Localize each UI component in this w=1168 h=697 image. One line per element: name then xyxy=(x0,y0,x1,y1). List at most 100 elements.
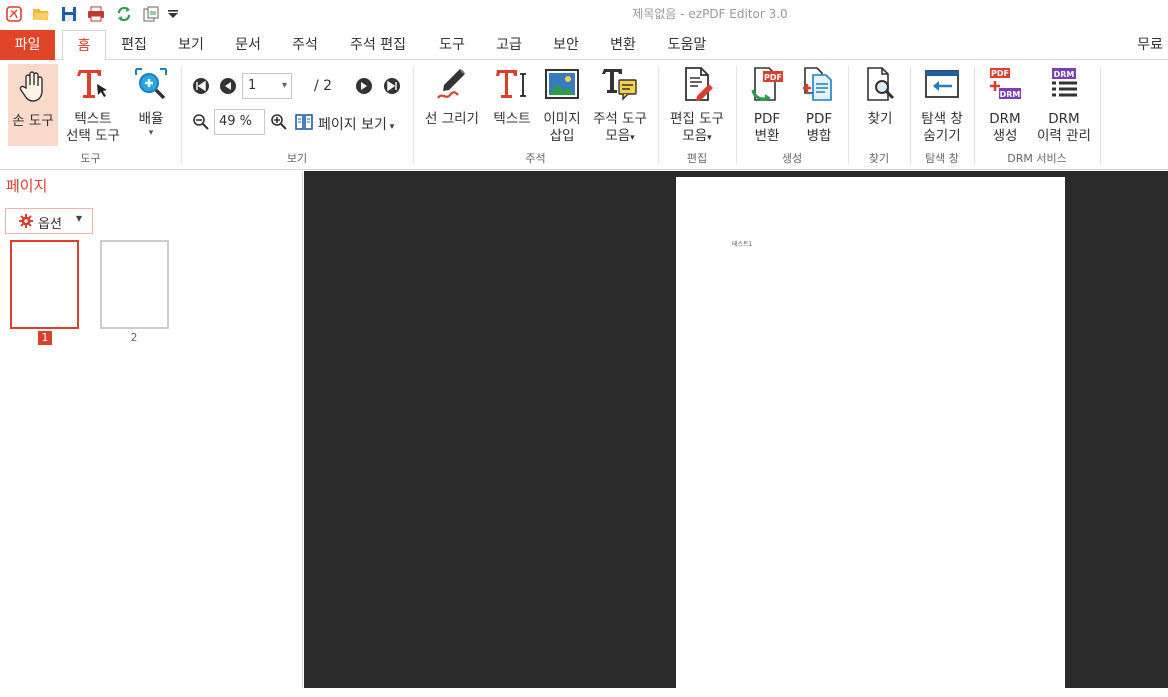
annotation-text-label: 텍스트 xyxy=(493,111,531,127)
svg-text:DRM: DRM xyxy=(1000,90,1021,99)
page-total: / 2 xyxy=(314,78,333,94)
page-thumbnail-panel: 페이지 옵션 ▾ 1 2 xyxy=(0,171,303,688)
window-title: 제목없음 - ezPDF Editor 3.0 xyxy=(632,7,788,21)
tab-security[interactable]: 보안 xyxy=(543,30,589,60)
tab-convert[interactable]: 변환 xyxy=(600,30,646,60)
edit-tools-label-2: 모음▾ xyxy=(682,128,712,144)
tab-edit[interactable]: 편집 xyxy=(111,30,157,60)
annotation-tools-button[interactable]: 주석 도구 모음▾ xyxy=(588,66,652,147)
pdf-convert-button[interactable]: PDF PDF 변환 xyxy=(742,66,792,145)
drm-history-icon: DRM xyxy=(1052,68,1077,97)
drm-create-icon: PDF DRM xyxy=(990,68,1021,99)
image-icon xyxy=(545,69,579,99)
tab-home[interactable]: 홈 xyxy=(62,30,106,61)
previous-page-icon[interactable] xyxy=(219,77,237,95)
drm-create-label-2: 생성 xyxy=(992,128,1018,144)
panel-title: 페이지 xyxy=(6,177,48,195)
tab-tools[interactable]: 도구 xyxy=(429,30,475,60)
pdf-merge-icon xyxy=(803,67,832,101)
svg-text:PDF: PDF xyxy=(991,69,1009,78)
pdf-page[interactable]: 테스트1 xyxy=(676,177,1065,697)
pdf-convert-icon: PDF xyxy=(751,67,783,101)
zoom-in-icon[interactable] xyxy=(270,113,288,131)
tab-file[interactable]: 파일 xyxy=(0,30,55,60)
hand-tool-button[interactable]: 손 도구 xyxy=(8,64,58,146)
zoom-percent-input[interactable]: 49 % xyxy=(214,109,265,135)
drm-history-button[interactable]: DRM DRM 이력 관리 xyxy=(1032,66,1096,145)
zoom-tool-label: 배율 xyxy=(138,111,164,127)
hand-icon xyxy=(19,71,43,102)
last-page-icon[interactable] xyxy=(383,77,401,95)
group-label-edit: 편집 xyxy=(686,152,708,165)
svg-text:PDF: PDF xyxy=(764,73,782,82)
page-number-value: 1 xyxy=(248,78,257,93)
annotation-tools-dropdown-icon: ▾ xyxy=(630,133,635,143)
first-page-icon[interactable] xyxy=(192,77,210,95)
page-thumbnail[interactable] xyxy=(10,240,79,329)
zoom-in-magnifier-icon xyxy=(135,68,167,100)
edit-tools-button[interactable]: 편집 도구 모음▾ xyxy=(664,66,730,147)
page-view-icon[interactable] xyxy=(295,113,313,131)
page-text: 테스트1 xyxy=(732,241,753,248)
group-label-tools: 도구 xyxy=(80,152,101,165)
find-document-icon xyxy=(867,67,895,101)
insert-image-label-2: 삽입 xyxy=(549,128,575,144)
pdf-convert-label-2: 변환 xyxy=(754,128,780,144)
tab-document[interactable]: 문서 xyxy=(225,30,271,60)
zoom-tool-button[interactable]: 배율 ▾ xyxy=(132,66,170,138)
page-number-input[interactable]: 1 ▾ xyxy=(242,73,292,99)
gear-icon xyxy=(19,214,33,228)
options-button[interactable]: 옵션 ▾ xyxy=(5,208,93,234)
hide-explorer-label-1: 탐색 창 xyxy=(921,111,963,127)
pdf-merge-label-2: 병합 xyxy=(806,128,832,144)
hide-explorer-button[interactable]: 탐색 창 숨기기 xyxy=(914,66,970,145)
group-label-explorer: 탐색 창 xyxy=(925,152,959,165)
pen-draw-icon xyxy=(437,69,465,99)
edit-tools-dropdown-icon: ▾ xyxy=(707,133,712,143)
hide-explorer-label-2: 숨기기 xyxy=(923,128,961,144)
free-label[interactable]: 무료 xyxy=(1132,30,1168,60)
document-viewer[interactable]: 테스트1 xyxy=(304,171,1168,697)
insert-image-label-1: 이미지 xyxy=(543,111,581,127)
find-button[interactable]: 찾기 xyxy=(858,66,902,128)
insert-image-button[interactable]: 이미지 삽입 xyxy=(540,66,584,145)
edit-document-icon xyxy=(685,67,713,101)
group-label-drm: DRM 서비스 xyxy=(1007,152,1067,165)
group-label-find: 찾기 xyxy=(868,152,890,165)
zoom-out-icon[interactable] xyxy=(192,113,210,131)
text-select-tool-button[interactable]: 텍스트 선택 도구 xyxy=(60,66,126,145)
group-label-view: 보기 xyxy=(286,152,308,165)
draw-line-button[interactable]: 선 그리기 xyxy=(420,66,484,128)
ribbon-separator xyxy=(1100,66,1101,164)
pdf-convert-label-1: PDF xyxy=(753,111,781,127)
drm-create-label-1: DRM xyxy=(989,111,1021,127)
page-view-label: 페이지 보기 xyxy=(318,117,387,133)
text-insert-icon xyxy=(496,70,526,98)
tab-view[interactable]: 보기 xyxy=(168,30,214,60)
page-dropdown-arrow-icon[interactable]: ▾ xyxy=(282,74,287,98)
drm-history-label-1: DRM xyxy=(1048,111,1080,127)
options-label: 옵션 xyxy=(38,217,62,232)
next-page-icon[interactable] xyxy=(355,77,373,95)
tab-advanced[interactable]: 고급 xyxy=(486,30,532,60)
annotation-tools-icon xyxy=(602,69,637,101)
page-thumbnail[interactable] xyxy=(100,240,169,329)
tab-annotation[interactable]: 주석 xyxy=(282,30,328,60)
group-label-annotation: 주석 xyxy=(525,152,546,165)
pdf-merge-label-1: PDF xyxy=(805,111,833,127)
annotation-text-button[interactable]: 텍스트 xyxy=(488,66,536,128)
annotation-tools-label-1: 주석 도구 xyxy=(593,111,647,127)
page-thumbnail-number: 2 xyxy=(130,331,138,344)
tab-annotation-edit[interactable]: 주석 편집 xyxy=(339,30,417,60)
hide-panel-icon xyxy=(925,70,959,98)
tab-help[interactable]: 도움말 xyxy=(657,30,717,60)
zoom-percent-value: 49 % xyxy=(219,114,253,129)
hand-tool-label: 손 도구 xyxy=(12,113,54,129)
group-label-create: 생성 xyxy=(781,152,803,165)
ribbon-tab-bar: 파일 홈 편집 보기 문서 주석 주석 편집 도구 고급 보안 변환 도움말 무… xyxy=(0,30,1168,61)
text-select-icon xyxy=(77,70,107,98)
draw-line-label: 선 그리기 xyxy=(425,111,479,127)
page-view-button[interactable]: 페이지 보기 ▾ xyxy=(318,114,394,134)
drm-create-button[interactable]: PDF DRM DRM 생성 xyxy=(980,66,1030,145)
pdf-merge-button[interactable]: PDF 병합 xyxy=(796,66,842,145)
